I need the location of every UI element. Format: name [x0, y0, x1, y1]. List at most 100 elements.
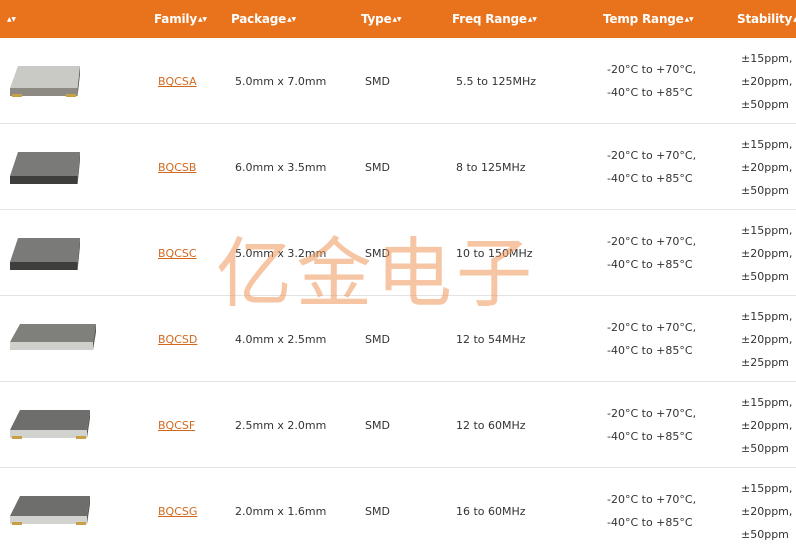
family-cell: BQCSB	[158, 161, 196, 174]
stability-cell: ±15ppm, ±20ppm, ±50ppm	[741, 47, 792, 116]
product-table: ▲▼ Family▲▼ Package▲▼ Type▲▼ Freq Range▲…	[0, 0, 796, 545]
column-header-family-label: Family	[154, 12, 197, 26]
stability-value: ±20ppm,	[741, 505, 793, 518]
temp-range-value: -20°C to +70°C,	[607, 321, 697, 334]
type-cell: SMD	[365, 247, 390, 260]
table-row: BQCSD 4.0mm x 2.5mm SMD 12 to 54MHz -20°C to…	[0, 296, 796, 382]
stability-value: ±20ppm,	[741, 333, 793, 346]
table-row: BQCSB 6.0mm x 3.5mm SMD 8 to 125MHz -20°C to…	[0, 124, 796, 210]
type-cell: SMD	[365, 505, 390, 518]
table-row: BQCSG 2.0mm x 1.6mm SMD 16 to 60MHz -20°C to…	[0, 468, 796, 545]
stability-value: ±15ppm,	[741, 396, 793, 409]
freq-range-cell: 10 to 150MHz	[456, 247, 533, 260]
temp-range-value: -40°C to +85°C	[607, 516, 693, 529]
stability-cell: ±15ppm, ±20ppm, ±50ppm	[741, 477, 792, 545]
temp-range-value: -40°C to +85°C	[607, 86, 693, 99]
package-cell: 5.0mm x 3.2mm	[235, 247, 327, 260]
column-header-family[interactable]: Family▲▼	[154, 0, 207, 38]
package-cell: 4.0mm x 2.5mm	[235, 333, 327, 346]
sort-arrows-icon[interactable]: ▲▼	[528, 16, 537, 23]
package-cell: 2.5mm x 2.0mm	[235, 419, 327, 432]
column-header-type[interactable]: Type▲▼	[361, 0, 402, 38]
crystal-chip-image	[10, 410, 90, 439]
family-link[interactable]: BQCSA	[158, 75, 197, 88]
family-link[interactable]: BQCSC	[158, 247, 197, 260]
crystal-chip-image	[10, 152, 80, 184]
stability-value: ±20ppm,	[741, 161, 793, 174]
stability-value: ±15ppm,	[741, 310, 793, 323]
column-header-stability[interactable]: Stability▲▼	[737, 0, 796, 38]
family-link[interactable]: BQCSD	[158, 333, 197, 346]
temp-range-value: -20°C to +70°C,	[607, 407, 697, 420]
family-cell: BQCSD	[158, 333, 197, 346]
temp-range-value: -20°C to +70°C,	[607, 493, 697, 506]
family-cell: BQCSA	[158, 75, 197, 88]
temp-range-value: -20°C to +70°C,	[607, 149, 697, 162]
stability-cell: ±15ppm, ±20ppm, ±50ppm	[741, 133, 792, 202]
package-cell: 6.0mm x 3.5mm	[235, 161, 327, 174]
type-cell: SMD	[365, 419, 390, 432]
stability-value: ±25ppm	[741, 356, 789, 369]
type-cell: SMD	[365, 75, 390, 88]
stability-value: ±50ppm	[741, 442, 789, 455]
family-cell: BQCSG	[158, 505, 197, 518]
freq-range-cell: 12 to 54MHz	[456, 333, 526, 346]
stability-cell: ±15ppm, ±20ppm, ±50ppm	[741, 219, 792, 288]
temp-range-cell: -20°C to +70°C, -40°C to +85°C	[607, 402, 696, 448]
stability-value: ±50ppm	[741, 184, 789, 197]
stability-cell: ±15ppm, ±20ppm, ±50ppm	[741, 391, 792, 460]
family-link[interactable]: BQCSF	[158, 419, 195, 432]
temp-range-cell: -20°C to +70°C, -40°C to +85°C	[607, 144, 696, 190]
column-header-image[interactable]: ▲▼	[6, 0, 16, 38]
column-header-type-label: Type	[361, 12, 392, 26]
temp-range-cell: -20°C to +70°C, -40°C to +85°C	[607, 230, 696, 276]
stability-value: ±50ppm	[741, 270, 789, 283]
column-header-temp-range-label: Temp Range	[603, 12, 684, 26]
family-cell: BQCSF	[158, 419, 195, 432]
temp-range-value: -40°C to +85°C	[607, 258, 693, 271]
crystal-chip-image	[10, 238, 80, 270]
column-header-package[interactable]: Package▲▼	[231, 0, 296, 38]
stability-cell: ±15ppm, ±20ppm, ±25ppm	[741, 305, 792, 374]
crystal-chip-image	[10, 496, 90, 525]
column-header-freq-range[interactable]: Freq Range▲▼	[452, 0, 537, 38]
temp-range-cell: -20°C to +70°C, -40°C to +85°C	[607, 488, 696, 534]
table-row: BQCSC 5.0mm x 3.2mm SMD 10 to 150MHz -20°C t…	[0, 210, 796, 296]
freq-range-cell: 8 to 125MHz	[456, 161, 526, 174]
stability-value: ±20ppm,	[741, 247, 793, 260]
temp-range-cell: -20°C to +70°C, -40°C to +85°C	[607, 58, 696, 104]
family-link[interactable]: BQCSB	[158, 161, 196, 174]
stability-value: ±15ppm,	[741, 482, 793, 495]
stability-value: ±15ppm,	[741, 52, 793, 65]
stability-value: ±15ppm,	[741, 138, 793, 151]
temp-range-value: -40°C to +85°C	[607, 430, 693, 443]
sort-arrows-icon[interactable]: ▲▼	[287, 16, 296, 23]
temp-range-value: -40°C to +85°C	[607, 172, 693, 185]
table-row: BQCSF 2.5mm x 2.0mm SMD 12 to 60MHz -20°C to…	[0, 382, 796, 468]
stability-value: ±20ppm,	[741, 75, 793, 88]
sort-arrows-icon[interactable]: ▲▼	[7, 16, 16, 23]
package-cell: 5.0mm x 7.0mm	[235, 75, 327, 88]
stability-value: ±20ppm,	[741, 419, 793, 432]
table-header: ▲▼ Family▲▼ Package▲▼ Type▲▼ Freq Range▲…	[0, 0, 796, 38]
freq-range-cell: 5.5 to 125MHz	[456, 75, 537, 88]
sort-arrows-icon[interactable]: ▲▼	[393, 16, 402, 23]
freq-range-cell: 12 to 60MHz	[456, 419, 526, 432]
stability-value: ±50ppm	[741, 98, 789, 111]
type-cell: SMD	[365, 161, 390, 174]
temp-range-value: -20°C to +70°C,	[607, 63, 697, 76]
temp-range-value: -40°C to +85°C	[607, 344, 693, 357]
stability-value: ±15ppm,	[741, 224, 793, 237]
sort-arrows-icon[interactable]: ▲▼	[685, 16, 694, 23]
sort-arrows-icon[interactable]: ▲▼	[198, 16, 207, 23]
package-cell: 2.0mm x 1.6mm	[235, 505, 327, 518]
column-header-freq-range-label: Freq Range	[452, 12, 527, 26]
table-row: BQCSA 5.0mm x 7.0mm SMD 5.5 to 125MHz -20°C …	[0, 38, 796, 124]
stability-value: ±50ppm	[741, 528, 789, 541]
column-header-stability-label: Stability	[737, 12, 793, 26]
temp-range-value: -20°C to +70°C,	[607, 235, 697, 248]
crystal-chip-image	[10, 66, 80, 97]
family-link[interactable]: BQCSG	[158, 505, 197, 518]
column-header-temp-range[interactable]: Temp Range▲▼	[603, 0, 694, 38]
family-cell: BQCSC	[158, 247, 197, 260]
